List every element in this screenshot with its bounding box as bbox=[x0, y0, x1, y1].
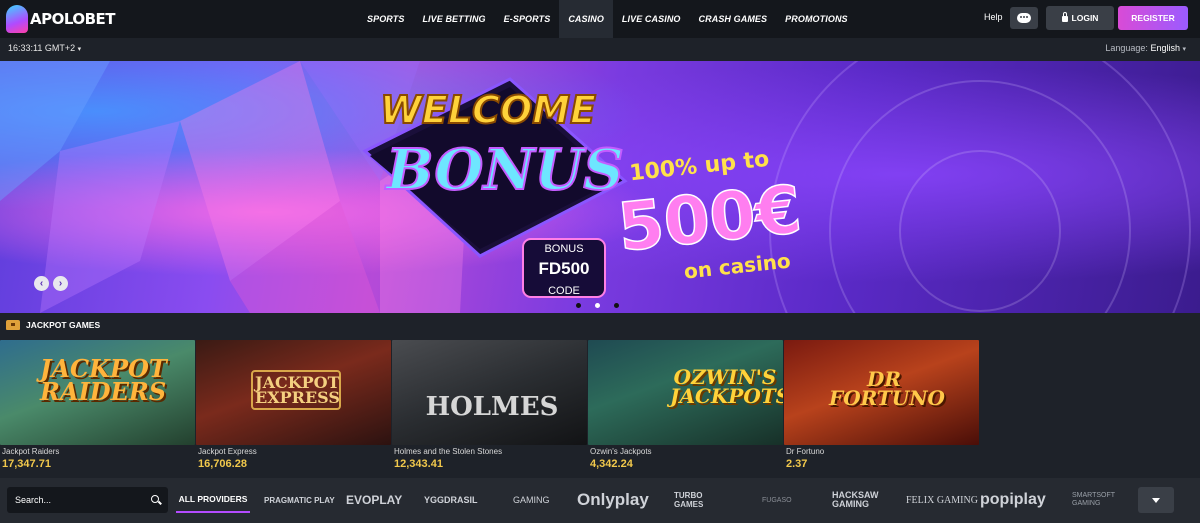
login-label: LOGIN bbox=[1071, 13, 1099, 23]
top-navbar: APOLOBET SPORTS LIVE BETTING E-SPORTS CA… bbox=[0, 0, 1200, 38]
treasure-chest-icon bbox=[6, 320, 20, 330]
provider-hacksaw-gaming[interactable]: HACKSAW GAMING bbox=[832, 491, 892, 509]
lock-icon bbox=[1061, 12, 1068, 22]
game-art-title: DR FORTUNO bbox=[829, 367, 945, 410]
provider-yggdrasil[interactable]: YGGDRASIL bbox=[424, 491, 478, 509]
jackpot-amount: 2.37 bbox=[786, 458, 808, 470]
game-thumbnail[interactable]: JACKPOT EXPRESS bbox=[196, 340, 391, 445]
provider-onlyplay[interactable]: Onlyplay bbox=[577, 490, 649, 509]
provider-evoplay[interactable]: EVOPLAY bbox=[346, 491, 402, 509]
bonus-code-bottom: CODE bbox=[548, 285, 580, 297]
provider-fugaso[interactable]: FUGASO bbox=[762, 491, 792, 509]
search-input[interactable] bbox=[15, 493, 135, 507]
register-button[interactable]: REGISTER bbox=[1118, 6, 1188, 30]
game-thumbnail[interactable]: DR FORTUNO bbox=[784, 340, 979, 445]
clock-timezone[interactable]: 16:33:11 GMT+2 ▾ bbox=[8, 43, 81, 53]
game-art-title: JACKPOT RAIDERS bbox=[40, 354, 167, 406]
game-card[interactable]: HOLMES Holmes and the Stolen Stones 12,3… bbox=[392, 340, 588, 470]
jackpot-amount: 12,343.41 bbox=[394, 458, 443, 470]
game-thumbnail[interactable]: OZWIN'S JACKPOTS bbox=[588, 340, 783, 445]
banner-headline-2: BONUS bbox=[384, 137, 624, 203]
brand-logo[interactable]: APOLOBET bbox=[6, 4, 116, 34]
game-thumbnail[interactable]: JACKPOT RAIDERS bbox=[0, 340, 195, 445]
chat-icon bbox=[1017, 13, 1031, 23]
provider-bgaming[interactable]: GAMING bbox=[513, 491, 550, 509]
more-providers-button[interactable] bbox=[1138, 487, 1174, 513]
provider-turbo-games[interactable]: TURBO GAMES bbox=[674, 491, 724, 509]
providers-bar: ALL PROVIDERS PRAGMATIC PLAY EVOPLAY YGG… bbox=[0, 478, 1200, 523]
provider-popiplay[interactable]: popiplay bbox=[980, 491, 1046, 509]
bonus-code: FD500 bbox=[538, 259, 589, 278]
help-link[interactable]: Help bbox=[984, 12, 1003, 22]
game-thumbnail[interactable]: HOLMES bbox=[392, 340, 587, 445]
slide-indicator bbox=[576, 303, 619, 308]
all-providers-tab[interactable]: ALL PROVIDERS bbox=[176, 487, 250, 513]
main-nav: SPORTS LIVE BETTING E-SPORTS CASINO LIVE… bbox=[358, 0, 857, 38]
search-icon[interactable] bbox=[151, 495, 159, 503]
game-card[interactable]: OZWIN'S JACKPOTS Ozwin's Jackpots 4,342.… bbox=[588, 340, 784, 470]
game-art-title: JACKPOT EXPRESS bbox=[251, 370, 341, 411]
slide-dot[interactable] bbox=[614, 303, 619, 308]
promo-banner[interactable]: WELCOME BONUS BONUS FD500 CODE 100% up t… bbox=[0, 61, 1200, 313]
jackpot-amount: 17,347.71 bbox=[2, 458, 51, 470]
game-name: Ozwin's Jackpots bbox=[590, 447, 652, 456]
nav-live-casino[interactable]: LIVE CASINO bbox=[613, 0, 690, 38]
chat-button[interactable] bbox=[1010, 7, 1038, 29]
jackpot-amount: 4,342.24 bbox=[590, 458, 633, 470]
game-card[interactable]: DR FORTUNO Dr Fortuno 2.37 bbox=[784, 340, 980, 470]
game-art-title: OZWIN'S JACKPOTS bbox=[670, 365, 783, 408]
nav-live-betting[interactable]: LIVE BETTING bbox=[413, 0, 494, 38]
game-name: Holmes and the Stolen Stones bbox=[394, 447, 503, 456]
login-button[interactable]: LOGIN bbox=[1046, 6, 1114, 30]
banner-next-arrow-icon[interactable]: › bbox=[53, 276, 68, 291]
chevron-down-icon bbox=[1152, 497, 1160, 503]
jackpot-title: JACKPOT GAMES bbox=[26, 320, 101, 330]
banner-prev-arrow-icon[interactable]: ‹ bbox=[34, 276, 49, 291]
game-art-title: HOLMES bbox=[425, 392, 559, 422]
provider-smartsoft-gaming[interactable]: SMARTSOFT GAMING bbox=[1072, 491, 1132, 509]
nav-e-sports[interactable]: E-SPORTS bbox=[495, 0, 560, 38]
language-label: Language: bbox=[1105, 43, 1148, 53]
jackpot-section-title: JACKPOT GAMES bbox=[6, 318, 100, 332]
helmet-logo-icon bbox=[6, 5, 28, 33]
chevron-down-icon: ▾ bbox=[1182, 46, 1186, 53]
game-card[interactable]: JACKPOT RAIDERS Jackpot Raiders 17,347.7… bbox=[0, 340, 196, 470]
slide-dot[interactable] bbox=[595, 303, 600, 308]
nav-promotions[interactable]: PROMOTIONS bbox=[776, 0, 857, 38]
game-name: Jackpot Express bbox=[198, 447, 257, 456]
banner-headline-1: WELCOME bbox=[380, 88, 596, 132]
language-selector[interactable]: Language: English ▾ bbox=[1105, 43, 1186, 53]
nav-casino[interactable]: CASINO bbox=[559, 0, 613, 38]
bonus-code-top: BONUS bbox=[544, 243, 583, 255]
provider-search bbox=[7, 487, 168, 513]
game-name: Jackpot Raiders bbox=[2, 447, 60, 456]
nav-crash-games[interactable]: CRASH GAMES bbox=[690, 0, 777, 38]
provider-felix-gaming[interactable]: FELIX GAMING bbox=[906, 491, 978, 509]
nav-sports[interactable]: SPORTS bbox=[358, 0, 413, 38]
jackpot-game-list: JACKPOT RAIDERS Jackpot Raiders 17,347.7… bbox=[0, 340, 980, 470]
banner-artwork: WELCOME BONUS BONUS FD500 CODE 100% up t… bbox=[0, 61, 1191, 313]
language-value: English bbox=[1150, 43, 1180, 53]
game-name: Dr Fortuno bbox=[786, 447, 825, 456]
sub-bar: 16:33:11 GMT+2 ▾ Language: English ▾ bbox=[0, 38, 1200, 60]
jackpot-amount: 16,706.28 bbox=[198, 458, 247, 470]
slide-dot[interactable] bbox=[576, 303, 581, 308]
clock-value: 16:33:11 GMT+2 bbox=[8, 43, 76, 53]
game-card[interactable]: JACKPOT EXPRESS Jackpot Express 16,706.2… bbox=[196, 340, 392, 470]
provider-pragmatic-play[interactable]: PRAGMATIC PLAY bbox=[264, 491, 335, 509]
brand-name: APOLOBET bbox=[30, 10, 116, 28]
chevron-down-icon: ▾ bbox=[77, 46, 82, 53]
